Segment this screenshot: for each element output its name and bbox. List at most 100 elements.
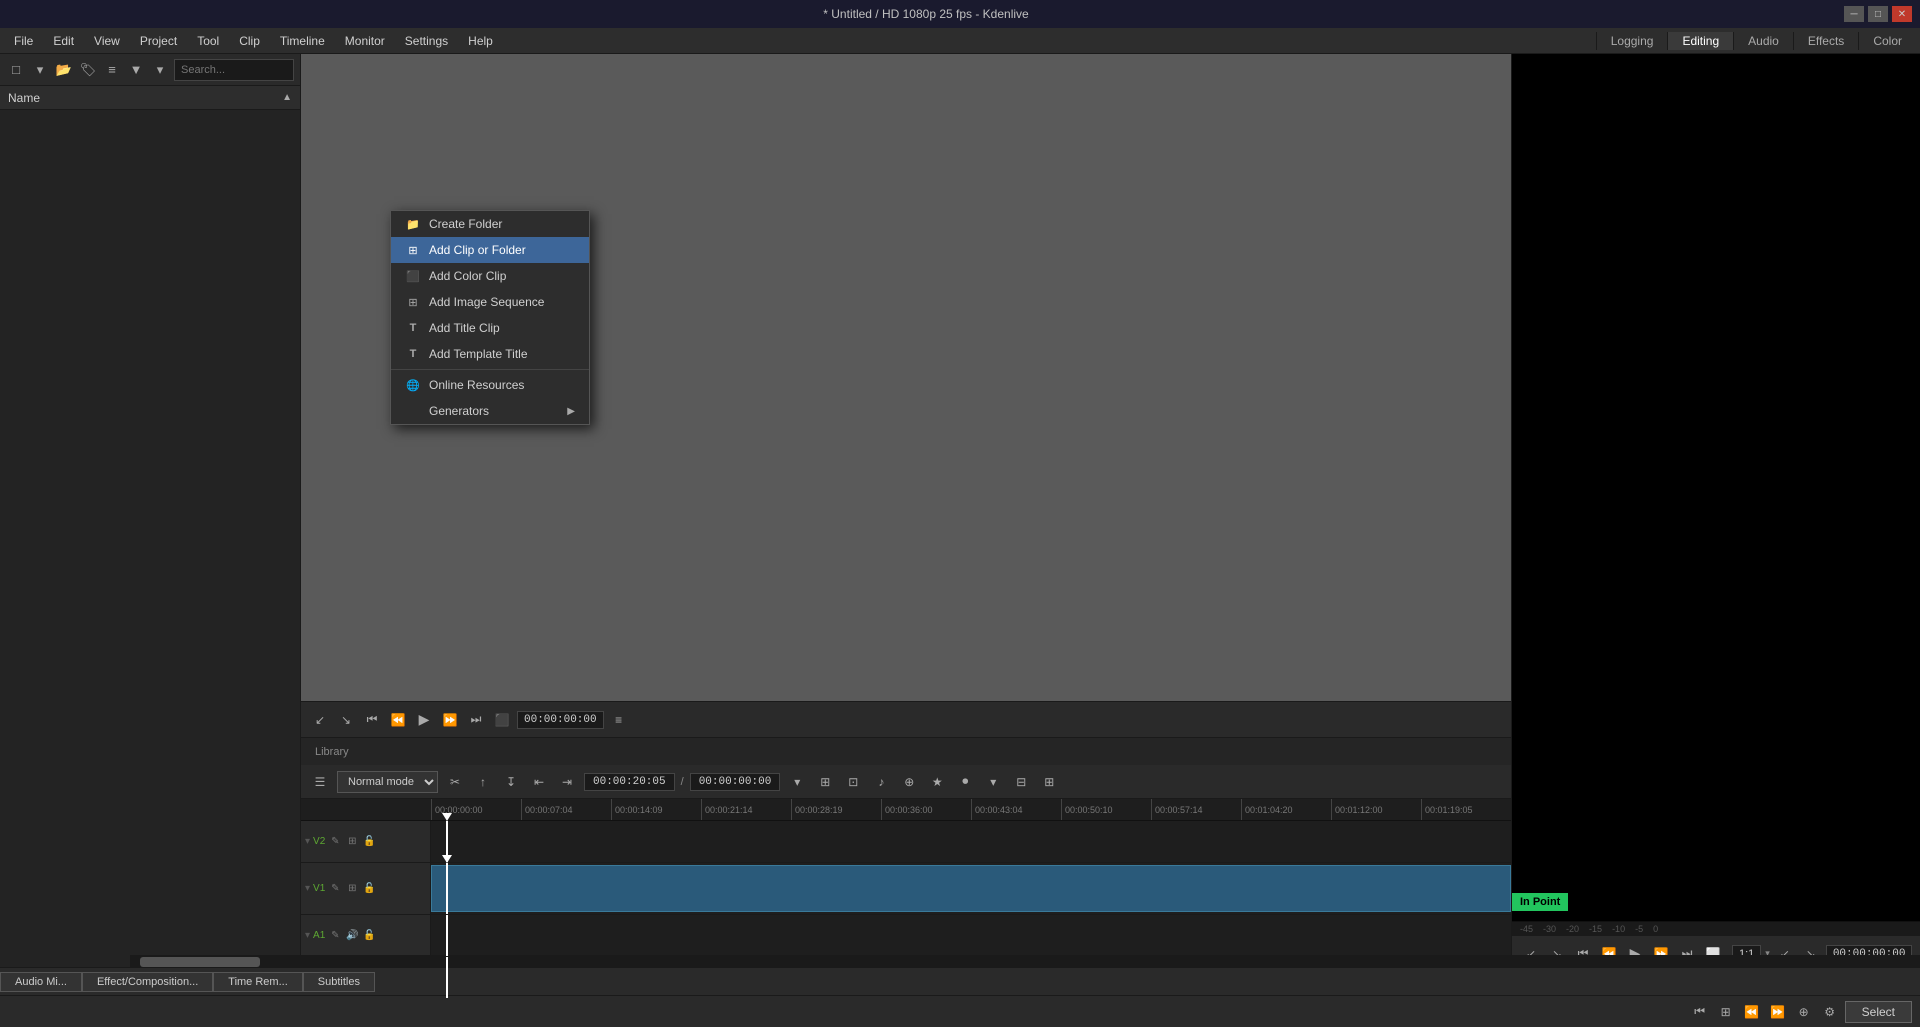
a1-lock-icon[interactable]: 🔓 — [362, 929, 376, 943]
footer-prev-btn[interactable]: ⏮ — [1689, 1001, 1711, 1023]
a1-collapse-btn[interactable]: ▾ — [305, 930, 310, 941]
menu-help[interactable]: Help — [458, 32, 503, 50]
v2-collapse-btn[interactable]: ▾ — [305, 836, 310, 847]
ctx-create-folder[interactable]: 📁 Create Folder — [391, 211, 589, 237]
tl-overwrite-btn[interactable]: ↧ — [500, 771, 522, 793]
workspace-tab-editing[interactable]: Editing — [1667, 32, 1733, 50]
v1-lock-icon[interactable]: 🔓 — [362, 882, 376, 896]
footer-step-fwd-btn[interactable]: ⏩ — [1767, 1001, 1789, 1023]
workspace-tab-effects[interactable]: Effects — [1793, 32, 1858, 50]
track-header-v2: ▾ V2 ✎ ⊞ 🔓 — [301, 821, 431, 862]
ruler-tick-3: 00:00:21:14 — [701, 799, 791, 821]
set-in-point-btn[interactable]: ↙ — [309, 709, 331, 731]
name-sort-icon[interactable]: ▲ — [282, 92, 292, 103]
menu-timeline[interactable]: Timeline — [270, 32, 335, 50]
step-back-btn[interactable]: ⏪ — [387, 709, 409, 731]
workspace-tab-logging[interactable]: Logging — [1596, 32, 1668, 50]
tl-group-btn[interactable]: ⊡ — [842, 771, 864, 793]
source-timecode[interactable]: 00:00:00:00 — [517, 711, 604, 729]
right-panel: In Point -45 -30 -20 -15 -10 -5 0 ↙ ↘ ⏮ … — [1511, 54, 1920, 999]
menu-edit[interactable]: Edit — [43, 32, 84, 50]
bottom-tab-effect-composition[interactable]: Effect/Composition... — [82, 972, 213, 992]
menu-clip[interactable]: Clip — [229, 32, 270, 50]
tl-thumb-btn[interactable]: ⊞ — [1038, 771, 1060, 793]
template-title-icon: T — [405, 346, 421, 362]
filter-icon[interactable]: ▼ — [126, 60, 146, 80]
maximize-button[interactable]: □ — [1868, 6, 1888, 22]
tl-extract-btn[interactable]: ⇤ — [528, 771, 550, 793]
ctx-add-title-clip[interactable]: T Add Title Clip — [391, 315, 589, 341]
tl-razor-btn[interactable]: ✂ — [444, 771, 466, 793]
a1-edit-icon[interactable]: ✎ — [328, 929, 342, 943]
new-bin-icon[interactable]: □ — [6, 60, 26, 80]
ctx-generators[interactable]: Generators ▶ — [391, 398, 589, 424]
select-button[interactable]: Select — [1845, 1001, 1912, 1023]
ctx-add-clip-folder[interactable]: ⊞ Add Clip or Folder — [391, 237, 589, 263]
bottom-tab-subtitles[interactable]: Subtitles — [303, 972, 375, 992]
track-content-v1[interactable] — [431, 863, 1511, 914]
tl-rec-btn[interactable]: ⏺ — [954, 771, 976, 793]
menu-tool[interactable]: Tool — [187, 32, 229, 50]
v2-lock-icon[interactable]: 🔓 — [362, 835, 376, 849]
menu-view[interactable]: View — [84, 32, 130, 50]
menu-monitor[interactable]: Monitor — [335, 32, 395, 50]
menu-icon[interactable]: ≡ — [102, 60, 122, 80]
tl-menu-btn[interactable]: ☰ — [309, 771, 331, 793]
tl-insert-btn[interactable]: ⇥ — [556, 771, 578, 793]
v1-clip[interactable] — [431, 865, 1511, 912]
filter-options-icon[interactable]: ▾ — [150, 60, 170, 80]
title-bar: * Untitled / HD 1080p 25 fps - Kdenlive … — [0, 0, 1920, 28]
tl-config-btn[interactable]: ⊟ — [1010, 771, 1032, 793]
ctx-add-image-sequence[interactable]: ⊞ Add Image Sequence — [391, 289, 589, 315]
search-input[interactable] — [174, 59, 294, 81]
loop-btn[interactable]: ⬛ — [491, 709, 513, 731]
menu-file[interactable]: File — [4, 32, 43, 50]
menu-project[interactable]: Project — [130, 32, 187, 50]
tag-icon[interactable]: 🏷 — [78, 60, 98, 80]
a1-mute-icon[interactable]: 🔊 — [345, 929, 359, 943]
ctx-online-resources[interactable]: 🌐 Online Resources — [391, 372, 589, 398]
tl-marker-btn[interactable]: ★ — [926, 771, 948, 793]
ctx-add-template-title[interactable]: T Add Template Title — [391, 341, 589, 367]
workspace-tab-audio[interactable]: Audio — [1733, 32, 1793, 50]
workspace-tab-color[interactable]: Color — [1858, 32, 1916, 50]
footer-step-back-btn[interactable]: ⏪ — [1741, 1001, 1763, 1023]
footer-snap-btn[interactable]: ⊞ — [1715, 1001, 1737, 1023]
rewind-btn[interactable]: ⏮ — [361, 709, 383, 731]
tl-timecode-dropdown[interactable]: ▾ — [786, 771, 808, 793]
play-btn[interactable]: ▶ — [413, 709, 435, 731]
ctx-add-color-clip[interactable]: ⬛ Add Color Clip — [391, 263, 589, 289]
footer-add-btn[interactable]: ⊕ — [1793, 1001, 1815, 1023]
tl-rec-dropdown[interactable]: ▾ — [982, 771, 1004, 793]
bottom-tab-audio-mixer[interactable]: Audio Mi... — [0, 972, 82, 992]
v1-composite-icon[interactable]: ⊞ — [345, 882, 359, 896]
minimize-button[interactable]: ─ — [1844, 6, 1864, 22]
v1-edit-icon[interactable]: ✎ — [328, 882, 342, 896]
v1-collapse-btn[interactable]: ▾ — [305, 883, 310, 894]
timeline-timecode[interactable]: 00:00:20:05 — [584, 773, 675, 791]
source-more-btn[interactable]: ≡ — [608, 709, 630, 731]
set-out-point-btn[interactable]: ↘ — [335, 709, 357, 731]
v2-label: V2 — [313, 836, 325, 847]
track-content-a1[interactable] — [431, 915, 1511, 956]
mode-dropdown[interactable]: Normal mode — [337, 771, 438, 793]
step-fwd-btn[interactable]: ⏩ — [439, 709, 461, 731]
tl-effect-btn[interactable]: ⊕ — [898, 771, 920, 793]
ffwd-btn[interactable]: ⏭ — [465, 709, 487, 731]
generators-icon — [405, 403, 421, 419]
tl-snap-btn[interactable]: ⊞ — [814, 771, 836, 793]
track-header-v1: ▾ V1 ✎ ⊞ 🔓 — [301, 863, 431, 914]
tl-audio-btn[interactable]: ♪ — [870, 771, 892, 793]
menu-settings[interactable]: Settings — [395, 32, 458, 50]
add-dropdown-icon[interactable]: ▾ — [30, 60, 50, 80]
open-folder-icon[interactable]: 📂 — [54, 60, 74, 80]
v2-edit-icon[interactable]: ✎ — [328, 835, 342, 849]
timeline-scrollbar-thumb[interactable] — [140, 957, 260, 967]
footer-settings-btn[interactable]: ⚙ — [1819, 1001, 1841, 1023]
timeline-duration[interactable]: 00:00:00:00 — [690, 773, 781, 791]
close-button[interactable]: ✕ — [1892, 6, 1912, 22]
bottom-tab-time-remap[interactable]: Time Rem... — [213, 972, 303, 992]
v2-composite-icon[interactable]: ⊞ — [345, 835, 359, 849]
tl-lift-btn[interactable]: ↑ — [472, 771, 494, 793]
track-content-v2[interactable] — [431, 821, 1511, 862]
